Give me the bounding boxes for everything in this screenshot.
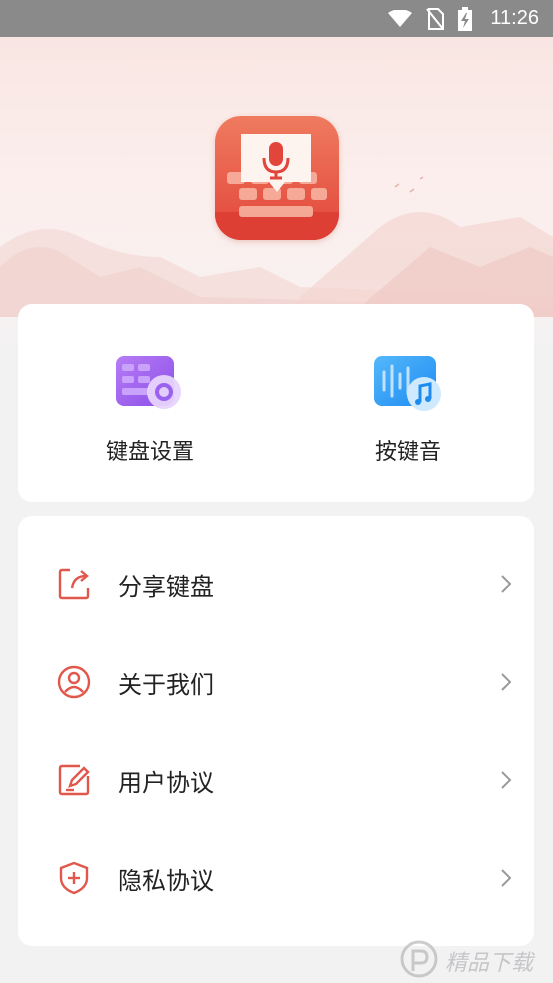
- voice-keyboard-logo-icon: [215, 116, 339, 240]
- menu-label-user-agreement: 用户协议: [118, 768, 214, 797]
- wifi-icon: [388, 9, 413, 27]
- chevron-right-icon: [501, 673, 512, 691]
- keyboard-settings-label: 键盘设置: [105, 440, 194, 465]
- menu-item-share-keyboard[interactable]: 分享键盘: [18, 535, 534, 633]
- key-sound-icon: [368, 350, 448, 420]
- chevron-right-icon: [501, 869, 512, 887]
- key-sound-button[interactable]: 按键音: [308, 350, 508, 466]
- user-icon: [57, 665, 91, 699]
- key-sound-label: 按键音: [374, 440, 441, 465]
- menu-item-about-us[interactable]: 关于我们: [18, 633, 534, 731]
- menu-label-share-keyboard: 分享键盘: [118, 572, 214, 601]
- status-time: 11:26: [490, 7, 539, 29]
- watermark-logo-icon: [400, 940, 438, 978]
- menu-label-about-us: 关于我们: [118, 670, 214, 699]
- no-sim-icon: [426, 7, 445, 30]
- status-icons: 11:26: [388, 0, 539, 37]
- chevron-right-icon: [501, 575, 512, 593]
- shield-plus-icon: [59, 861, 89, 895]
- watermark-text: 精品下载: [445, 951, 534, 976]
- battery-charging-icon: [458, 6, 473, 31]
- status-bar: 11:26: [0, 0, 553, 37]
- app-logo: [215, 116, 339, 240]
- quick-actions-card: 键盘设置 按键音: [18, 304, 534, 502]
- edit-document-icon: [58, 764, 90, 796]
- menu-item-user-agreement[interactable]: 用户协议: [18, 731, 534, 829]
- share-icon: [58, 568, 90, 600]
- keyboard-settings-icon: [110, 350, 190, 420]
- menu-item-privacy-agreement[interactable]: 隐私协议: [18, 829, 534, 927]
- menu-card: 分享键盘 关于我们 用户协议 隐私协议: [18, 516, 534, 946]
- chevron-right-icon: [501, 771, 512, 789]
- menu-label-privacy-agreement: 隐私协议: [118, 866, 214, 895]
- keyboard-settings-button[interactable]: 键盘设置: [50, 350, 250, 466]
- watermark: 精品下载: [399, 939, 549, 979]
